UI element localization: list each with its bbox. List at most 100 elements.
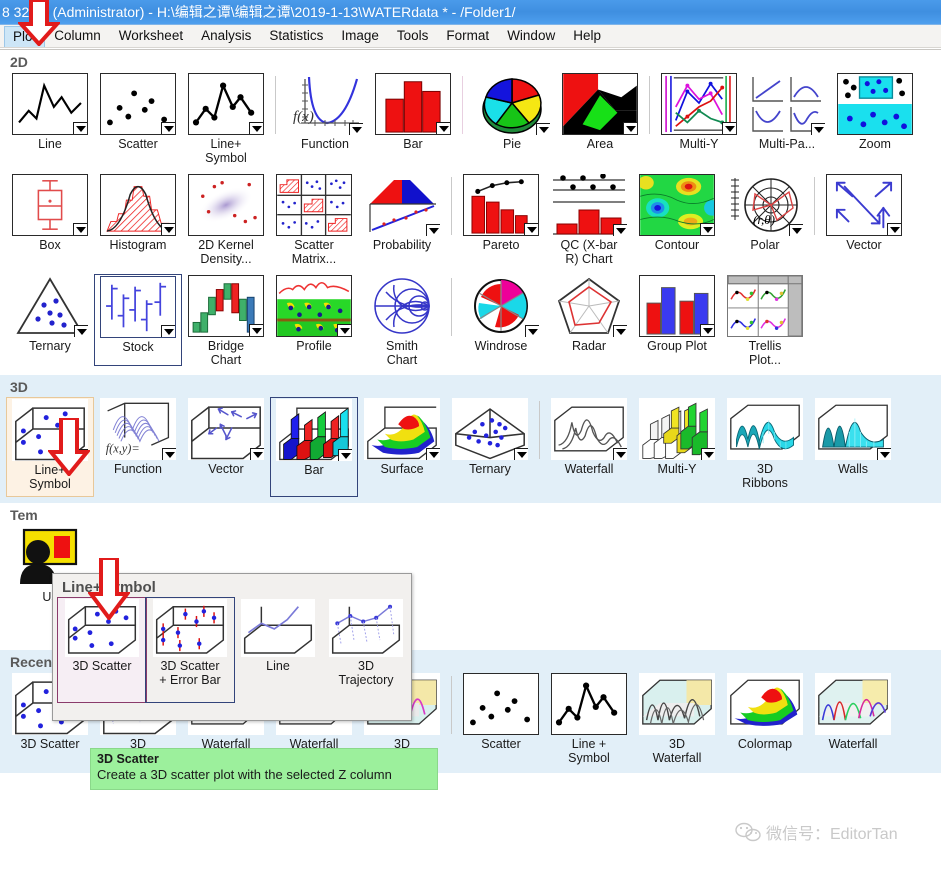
contour-dropdown-arrow-icon[interactable]	[700, 223, 714, 235]
plot-item-pareto[interactable]: Pareto	[457, 173, 545, 254]
3d-bar-dropdown-arrow-icon[interactable]	[338, 449, 352, 461]
plot-item-3d-bar[interactable]: Bar	[270, 397, 358, 497]
plot-item-polar[interactable]: (r,θ) Polar	[721, 173, 809, 254]
menu-item-format[interactable]: Format	[437, 25, 498, 47]
bridge-chart-icon	[188, 275, 264, 337]
recent-item-colormap[interactable]: Colormap	[721, 672, 809, 753]
plot-item-3d-ternary[interactable]: Ternary	[446, 397, 534, 478]
plot-item-profile[interactable]: Profile	[270, 274, 358, 355]
ternary-icon	[12, 275, 88, 337]
3d-surface-dropdown-arrow-icon[interactable]	[426, 448, 440, 460]
function-dropdown-arrow-icon[interactable]	[349, 123, 363, 135]
profile-dropdown-arrow-icon[interactable]	[337, 324, 351, 336]
histogram-dropdown-arrow-icon[interactable]	[161, 223, 175, 235]
scatter-dropdown-arrow-icon[interactable]	[161, 122, 175, 134]
plot-item-qc-chart[interactable]: QC (X-bar R) Chart	[545, 173, 633, 268]
menu-item-analysis[interactable]: Analysis	[192, 25, 260, 47]
3d-walls-dropdown-arrow-icon[interactable]	[877, 448, 891, 460]
plot-item-function[interactable]: f(x) Function	[281, 72, 369, 153]
3d-function-dropdown-arrow-icon[interactable]	[162, 448, 176, 460]
radar-dropdown-arrow-icon[interactable]	[613, 325, 627, 337]
recent-item-3d-waterfall-2[interactable]: 3D Waterfall	[633, 672, 721, 767]
line-dropdown-arrow-icon[interactable]	[73, 122, 87, 134]
multi-panel-dropdown-arrow-icon[interactable]	[811, 123, 825, 135]
plot-item-multi-panel[interactable]: Multi-Pa...	[743, 72, 831, 153]
plot-item-scatter-matrix[interactable]: Scatter Matrix...	[270, 173, 358, 268]
bar-dropdown-arrow-icon[interactable]	[436, 122, 450, 134]
plot-item-ternary[interactable]: Ternary	[6, 274, 94, 355]
kernel-density-icon	[188, 174, 264, 236]
plot-item-label: Bar	[304, 463, 324, 477]
plot-item-kernel-density[interactable]: 2D Kernel Density...	[182, 173, 270, 268]
3d-ternary-dropdown-arrow-icon[interactable]	[514, 448, 528, 460]
plot-item-3d-walls[interactable]: Walls	[809, 397, 897, 478]
windrose-dropdown-arrow-icon[interactable]	[525, 325, 539, 337]
box-dropdown-arrow-icon[interactable]	[73, 223, 87, 235]
menu-item-worksheet[interactable]: Worksheet	[110, 25, 192, 47]
plot-item-3d-waterfall[interactable]: Waterfall	[545, 397, 633, 478]
profile-icon	[276, 275, 352, 337]
3d-ribbons-icon	[727, 398, 803, 460]
recent-item-waterfall[interactable]: Waterfall	[809, 672, 897, 753]
polar-dropdown-arrow-icon[interactable]	[789, 224, 803, 236]
multi-y-dropdown-arrow-icon[interactable]	[722, 122, 736, 134]
plot-item-line[interactable]: Line	[6, 72, 94, 153]
plot-item-3d-vector[interactable]: Vector	[182, 397, 270, 478]
pareto-dropdown-arrow-icon[interactable]	[524, 223, 538, 235]
plot-item-bar[interactable]: Bar	[369, 72, 457, 153]
flyout-item-3d-trajectory[interactable]: 3D Trajectory	[322, 598, 410, 689]
recent-item-line-symbol[interactable]: Line + Symbol	[545, 672, 633, 767]
plot-item-contour[interactable]: Contour	[633, 173, 721, 254]
line-symbol-dropdown-arrow-icon[interactable]	[249, 122, 263, 134]
plot-item-trellis-plot[interactable]: Trellis Plot...	[721, 274, 809, 369]
plot-item-probability[interactable]: Probability	[358, 173, 446, 254]
plot-item-box[interactable]: Box	[6, 173, 94, 254]
plot-item-radar[interactable]: Radar	[545, 274, 633, 355]
bridge-dropdown-arrow-icon[interactable]	[249, 324, 263, 336]
vector-icon	[826, 174, 902, 236]
separator	[451, 676, 452, 734]
plot-item-windrose[interactable]: Windrose	[457, 274, 545, 355]
plot-item-label: Histogram	[109, 238, 167, 252]
plot-item-zoom[interactable]: Zoom	[831, 72, 919, 153]
flyout-item-3d-scatter-error-bar[interactable]: 3D Scatter + Error Bar	[145, 597, 235, 703]
qc-dropdown-arrow-icon[interactable]	[613, 224, 627, 236]
plot-item-3d-function[interactable]: f(x,y)= Function	[94, 397, 182, 478]
plot-item-label: Group Plot	[647, 339, 707, 353]
3d-multi-y-dropdown-arrow-icon[interactable]	[701, 448, 715, 460]
plot-item-label: Stock	[122, 340, 154, 354]
section-2d-row-1: Line Scatter Line+ Symbol f(x) Function …	[0, 72, 941, 167]
3d-vector-dropdown-arrow-icon[interactable]	[250, 448, 264, 460]
menu-item-image[interactable]: Image	[332, 25, 388, 47]
3d-waterfall-dropdown-arrow-icon[interactable]	[613, 448, 627, 460]
plot-item-multi-y[interactable]: Multi-Y	[655, 72, 743, 153]
plot-item-pie[interactable]: Pie	[468, 72, 556, 153]
menu-item-tools[interactable]: Tools	[388, 25, 438, 47]
plot-item-scatter[interactable]: Scatter	[94, 72, 182, 153]
plot-item-area[interactable]: Area	[556, 72, 644, 153]
ternary-dropdown-arrow-icon[interactable]	[74, 325, 88, 337]
plot-item-stock[interactable]: Stock	[94, 274, 182, 366]
3d-waterfall-2-icon	[639, 673, 715, 735]
stock-dropdown-arrow-icon[interactable]	[161, 325, 175, 337]
probability-dropdown-arrow-icon[interactable]	[426, 224, 440, 236]
plot-item-smith-chart[interactable]: Smith Chart	[358, 274, 446, 369]
group-plot-dropdown-arrow-icon[interactable]	[700, 324, 714, 336]
plot-item-3d-surface[interactable]: Surface	[358, 397, 446, 478]
menu-item-help[interactable]: Help	[564, 25, 610, 47]
plot-item-line-symbol[interactable]: Line+ Symbol	[182, 72, 270, 167]
menu-item-window[interactable]: Window	[498, 25, 564, 47]
area-dropdown-arrow-icon[interactable]	[623, 122, 637, 134]
plot-item-vector[interactable]: Vector	[820, 173, 908, 254]
plot-item-3d-multi-y[interactable]: Multi-Y	[633, 397, 721, 478]
vector-dropdown-arrow-icon[interactable]	[887, 223, 901, 235]
plot-item-group-plot[interactable]: Group Plot	[633, 274, 721, 355]
flyout-item-line[interactable]: Line	[234, 598, 322, 675]
menu-item-statistics[interactable]: Statistics	[260, 25, 332, 47]
plot-item-3d-ribbons[interactable]: 3D Ribbons	[721, 397, 809, 492]
tooltip-title: 3D Scatter	[97, 752, 159, 766]
recent-item-scatter[interactable]: Scatter	[457, 672, 545, 753]
pie-dropdown-arrow-icon[interactable]	[536, 123, 550, 135]
plot-item-histogram[interactable]: Histogram	[94, 173, 182, 254]
plot-item-bridge-chart[interactable]: Bridge Chart	[182, 274, 270, 369]
